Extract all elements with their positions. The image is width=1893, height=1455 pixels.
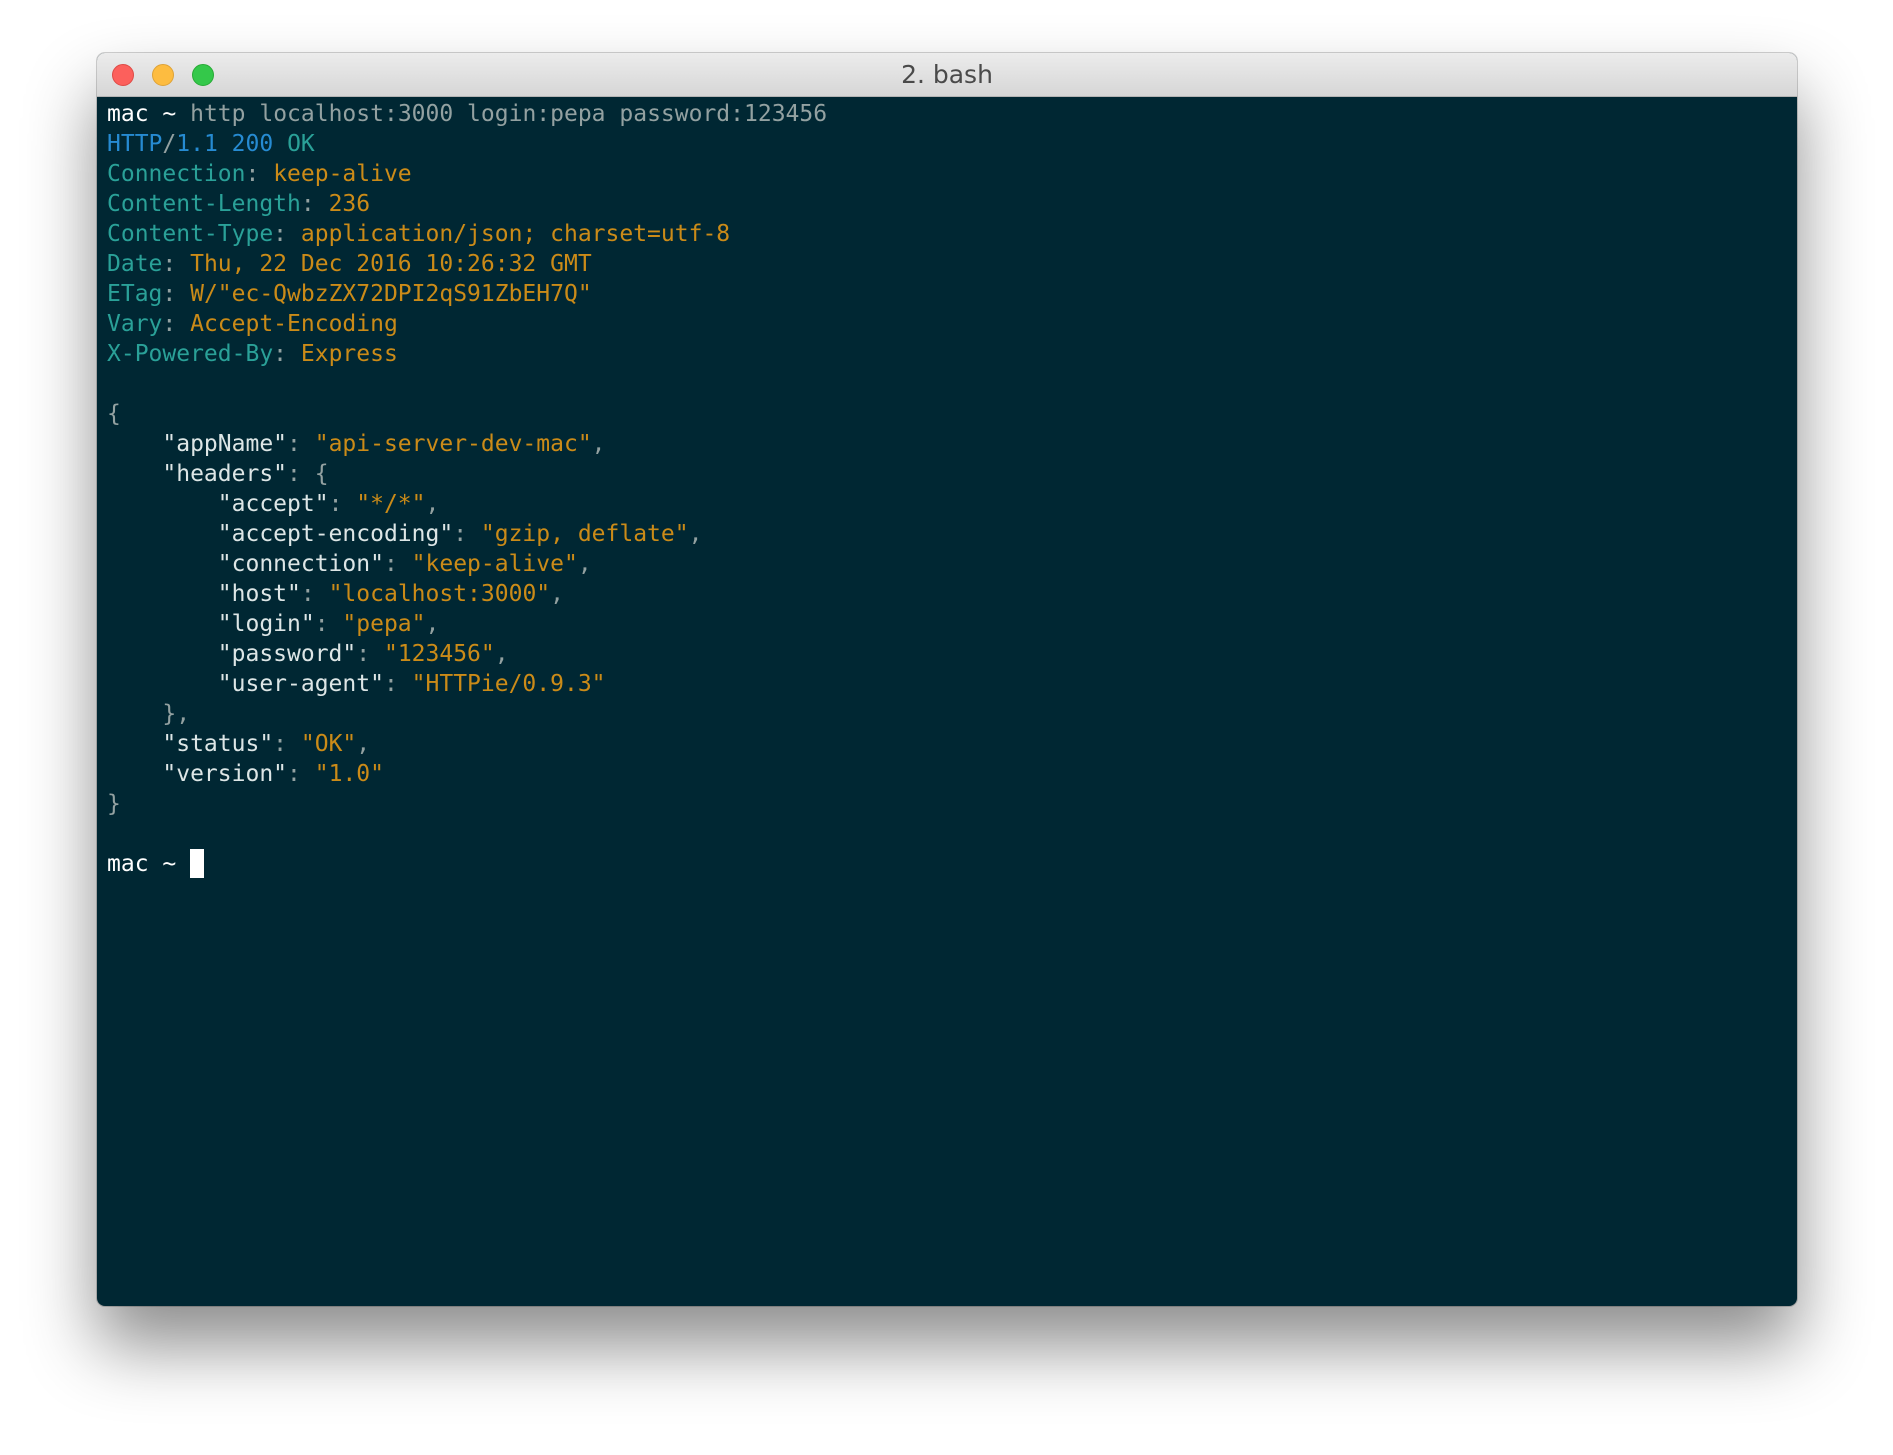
json-value: "*/*" bbox=[356, 491, 426, 517]
json-entry: "password": "123456", bbox=[217, 641, 509, 667]
json-value: "gzip, deflate" bbox=[480, 521, 689, 547]
header-name: X-Powered-By bbox=[107, 341, 274, 367]
title-bar[interactable]: 2. bash bbox=[97, 53, 1797, 97]
response-header: ETag: W/"ec-QwbzZX72DPI2qS91ZbEH7Q" bbox=[107, 281, 592, 307]
terminal-window: 2. bash mac ~ http localhost:3000 login:… bbox=[97, 53, 1797, 1306]
command-text: http localhost:3000 login:pepa password:… bbox=[190, 101, 828, 127]
terminal-output[interactable]: mac ~ http localhost:3000 login:pepa pas… bbox=[107, 99, 1787, 1306]
header-name: Content-Length bbox=[107, 191, 301, 217]
header-value: keep-alive bbox=[273, 161, 412, 187]
json-entry: "accept": "*/*", bbox=[217, 491, 440, 517]
header-name: ETag bbox=[107, 281, 163, 307]
json-key: "accept" bbox=[217, 491, 329, 517]
prompt: mac ~ bbox=[107, 101, 177, 127]
json-key: "appName" bbox=[162, 431, 288, 457]
status-protocol: HTTP bbox=[107, 131, 163, 157]
json-key: "accept-encoding" bbox=[217, 521, 454, 547]
status-version: 1.1 bbox=[176, 131, 218, 157]
active-prompt-line[interactable]: mac ~ bbox=[107, 849, 1787, 879]
json-key: "user-agent" bbox=[217, 671, 384, 697]
header-value: Express bbox=[300, 341, 398, 367]
json-entry: "accept-encoding": "gzip, deflate", bbox=[217, 521, 703, 547]
json-entry: "login": "pepa", bbox=[217, 611, 440, 637]
response-header: Content-Length: 236 bbox=[107, 191, 371, 217]
command-line: mac ~ http localhost:3000 login:pepa pas… bbox=[107, 99, 1787, 129]
json-key: "host" bbox=[217, 581, 301, 607]
json-value: "keep-alive" bbox=[411, 551, 578, 577]
status-code: 200 bbox=[231, 131, 274, 157]
header-value: W/"ec-QwbzZX72DPI2qS91ZbEH7Q" bbox=[190, 281, 592, 307]
json-key: "headers" bbox=[162, 461, 288, 487]
json-entry: "user-agent": "HTTPie/0.9.3" bbox=[217, 671, 606, 697]
response-header: Vary: Accept-Encoding bbox=[107, 311, 398, 337]
json-key: "connection" bbox=[217, 551, 384, 577]
header-name: Vary bbox=[107, 311, 163, 337]
json-key: "status" bbox=[162, 731, 274, 757]
response-header: Date: Thu, 22 Dec 2016 10:26:32 GMT bbox=[107, 251, 592, 277]
json-entry: "connection": "keep-alive", bbox=[217, 551, 592, 577]
response-header: Content-Type: application/json; charset=… bbox=[107, 221, 731, 247]
status-line: HTTP/1.1 200 OK bbox=[107, 129, 1787, 159]
header-name: Date bbox=[107, 251, 163, 277]
json-value: "1.0" bbox=[314, 761, 384, 787]
json-entry: "appName": "api-server-dev-mac", bbox=[162, 431, 606, 457]
json-entry: "status": "OK", bbox=[162, 731, 371, 757]
json-value: "HTTPie/0.9.3" bbox=[411, 671, 606, 697]
json-open-brace: { bbox=[107, 401, 121, 427]
json-key: "password" bbox=[217, 641, 357, 667]
header-value: Accept-Encoding bbox=[190, 311, 398, 337]
response-header: X-Powered-By: Express bbox=[107, 341, 398, 367]
json-entry: "version": "1.0" bbox=[162, 761, 384, 787]
json-value: "pepa" bbox=[342, 611, 426, 637]
status-slash: / bbox=[162, 131, 177, 157]
header-value: Thu, 22 Dec 2016 10:26:32 GMT bbox=[190, 251, 592, 277]
json-key: "login" bbox=[217, 611, 315, 637]
prompt: mac ~ bbox=[107, 851, 177, 877]
json-value: "OK" bbox=[300, 731, 357, 757]
status-reason: OK bbox=[287, 131, 315, 157]
json-key: "version" bbox=[162, 761, 288, 787]
window-title: 2. bash bbox=[901, 60, 993, 89]
json-entry: "host": "localhost:3000", bbox=[217, 581, 564, 607]
response-header: Connection: keep-alive bbox=[107, 161, 412, 187]
text-cursor bbox=[190, 849, 205, 878]
header-value: application/json; charset=utf-8 bbox=[300, 221, 731, 247]
json-close-brace: } bbox=[107, 791, 121, 817]
json-value: "123456" bbox=[383, 641, 495, 667]
json-headers-close: }, bbox=[162, 701, 191, 727]
json-value: "localhost:3000" bbox=[328, 581, 551, 607]
header-name: Connection bbox=[107, 161, 246, 187]
header-value: 236 bbox=[328, 191, 371, 217]
json-entry: "headers": { bbox=[162, 461, 329, 487]
header-name: Content-Type bbox=[107, 221, 274, 247]
json-value: "api-server-dev-mac" bbox=[314, 431, 592, 457]
